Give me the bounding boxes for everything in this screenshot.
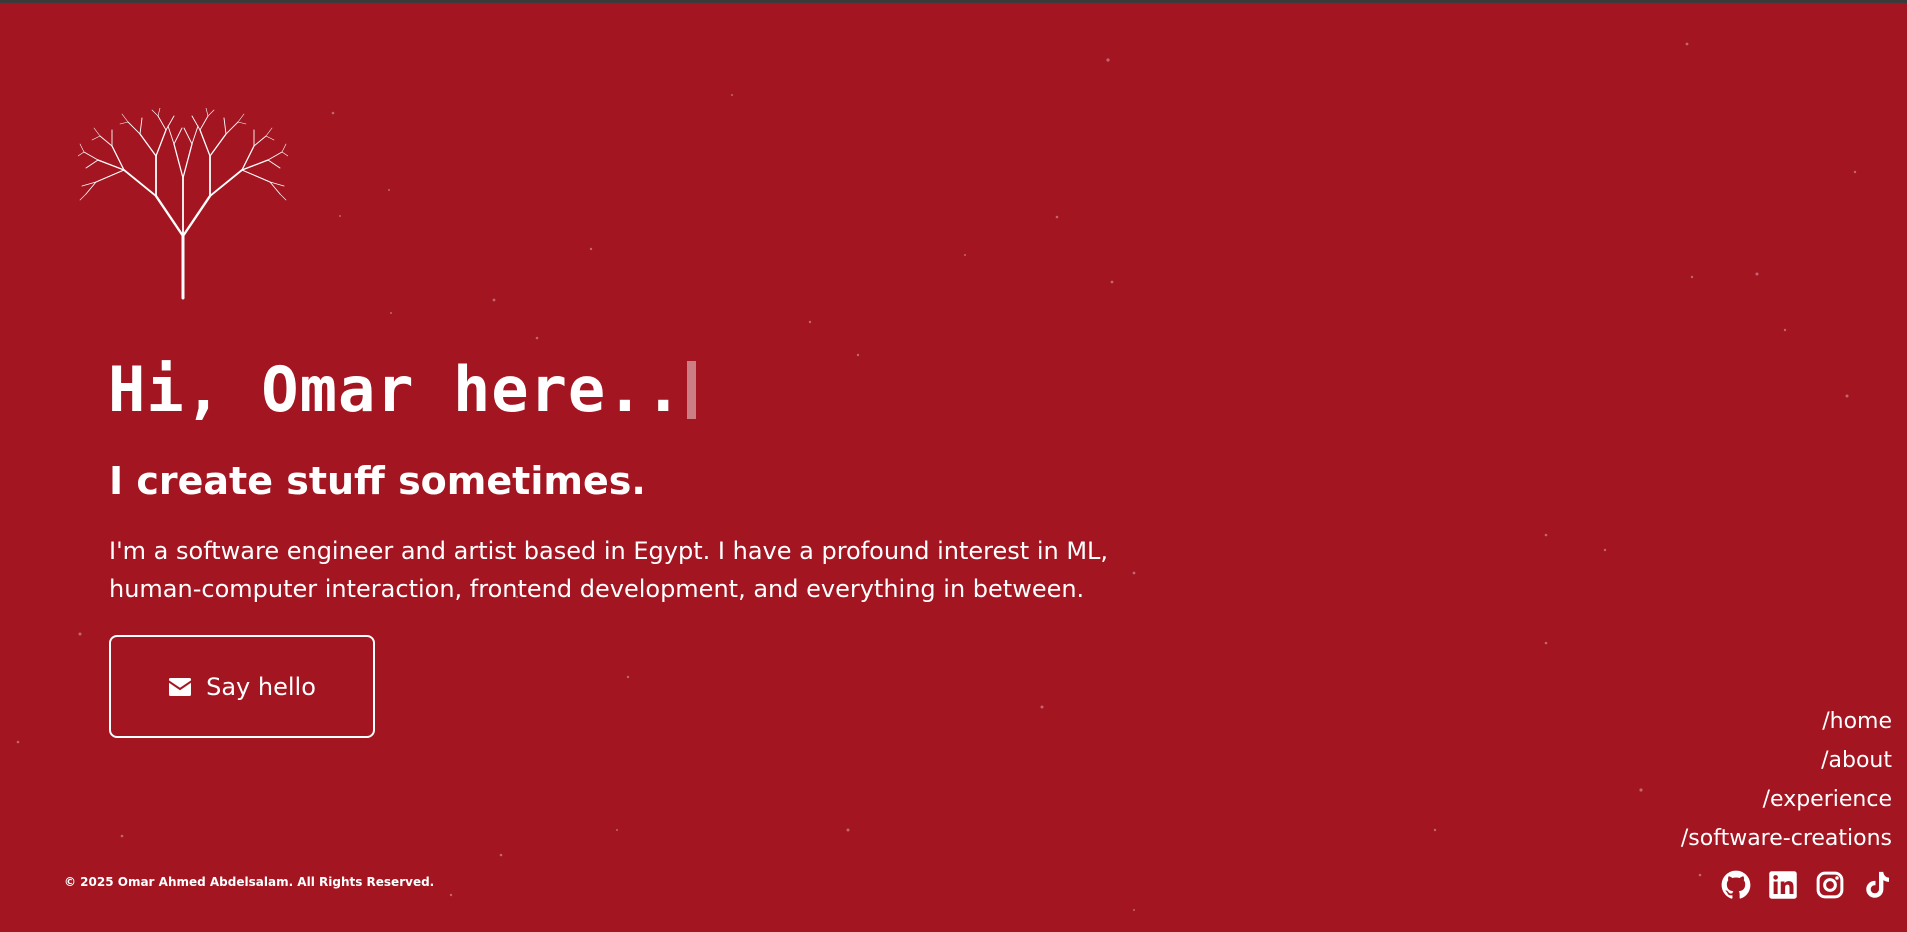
- instagram-icon[interactable]: [1815, 870, 1845, 900]
- nav-link-experience[interactable]: /experience: [1681, 780, 1892, 819]
- hero-title-text: Hi, Omar here..: [108, 353, 683, 426]
- hero-tagline: I create stuff sometimes.: [109, 459, 646, 503]
- nav-link-home[interactable]: /home: [1681, 702, 1892, 741]
- linkedin-icon[interactable]: [1768, 870, 1798, 900]
- hero-intro: I'm a software engineer and artist based…: [109, 537, 1109, 603]
- nav-link-about[interactable]: /about: [1681, 741, 1892, 780]
- side-navigation: /home /about /experience /software-creat…: [1681, 702, 1892, 858]
- copyright-text: © 2025 Omar Ahmed Abdelsalam. All Rights…: [64, 875, 435, 889]
- fractal-tree-icon: [78, 108, 288, 300]
- envelope-icon: [169, 677, 192, 696]
- hero-title: Hi, Omar here..: [108, 350, 696, 430]
- social-links: [1721, 870, 1892, 900]
- github-icon[interactable]: [1721, 870, 1751, 900]
- say-hello-button[interactable]: Say hello: [109, 635, 375, 738]
- typing-caret: [686, 361, 696, 419]
- say-hello-label: Say hello: [206, 672, 316, 701]
- tiktok-icon[interactable]: [1862, 870, 1892, 900]
- nav-link-software-creations[interactable]: /software-creations: [1681, 819, 1892, 858]
